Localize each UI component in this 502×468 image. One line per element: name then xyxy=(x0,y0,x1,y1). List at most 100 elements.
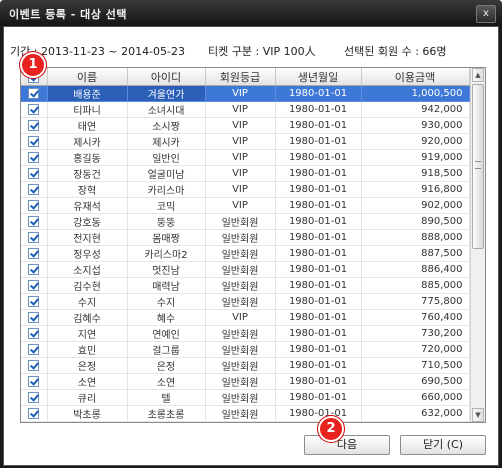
row-checkbox-cell[interactable] xyxy=(21,421,48,422)
row-checkbox-cell[interactable] xyxy=(21,181,48,198)
row-checkbox-cell[interactable] xyxy=(21,405,48,422)
column-header-birthdate[interactable]: 생년월일 xyxy=(275,68,362,86)
row-checkbox[interactable] xyxy=(28,199,40,211)
table-row[interactable]: 강호동 뚱뚱 일반회원 1980-01-01 890,500 xyxy=(21,213,470,230)
row-checkbox-cell[interactable] xyxy=(21,85,48,102)
title-bar[interactable]: 이벤트 등록 - 대상 선택 x xyxy=(0,0,502,26)
row-checkbox[interactable] xyxy=(28,215,40,227)
name-cell: 태연 xyxy=(47,117,128,134)
table-row[interactable]: 전지현 몸매짱 일반회원 1980-01-01 888,000 xyxy=(21,229,470,246)
row-checkbox[interactable] xyxy=(28,103,40,115)
row-checkbox[interactable] xyxy=(28,279,40,291)
table-row[interactable]: 효민 걸그룹 일반회원 1980-01-01 720,000 xyxy=(21,341,470,358)
name-cell: 유재석 xyxy=(47,197,128,214)
row-checkbox-cell[interactable] xyxy=(21,197,48,214)
table-row[interactable]: 장동건 얼굴미남 VIP 1980-01-01 918,500 xyxy=(21,165,470,182)
scroll-down-icon[interactable]: ▼ xyxy=(472,408,484,422)
id-cell: 얼굴미남 xyxy=(127,165,206,182)
ticket-label: 티켓 구분 : xyxy=(208,45,260,58)
row-checkbox[interactable] xyxy=(28,167,40,179)
row-checkbox-cell[interactable] xyxy=(21,101,48,118)
row-checkbox[interactable] xyxy=(28,359,40,371)
table-row[interactable]: 박초롱 초롱초롱 일반회원 1980-01-01 632,000 xyxy=(21,405,470,422)
table-row[interactable]: 정우성 카리스마2 일반회원 1980-01-01 887,500 xyxy=(21,245,470,262)
row-checkbox[interactable] xyxy=(28,311,40,323)
table-row[interactable]: 티파니 소녀시대 VIP 1980-01-01 942,000 xyxy=(21,101,470,118)
grade-cell: 일반회원 xyxy=(205,245,276,262)
row-checkbox[interactable] xyxy=(28,327,40,339)
row-checkbox[interactable] xyxy=(28,119,40,131)
amount-cell: 632,000 xyxy=(361,405,470,422)
vertical-scrollbar[interactable]: ▲ ▼ xyxy=(470,68,485,422)
selected-count-label: 선택된 회원 수 : xyxy=(344,45,419,58)
row-checkbox-cell[interactable] xyxy=(21,293,48,310)
column-header-grade[interactable]: 회원등급 xyxy=(205,68,276,86)
table-row[interactable]: 소연 소연 일반회원 1980-01-01 690,500 xyxy=(21,373,470,390)
birthdate-cell: 1980-01-01 xyxy=(275,85,362,102)
row-checkbox[interactable] xyxy=(28,247,40,259)
row-checkbox[interactable] xyxy=(28,87,40,99)
id-cell: 코믹 xyxy=(127,197,206,214)
table-row[interactable]: 김수현 매력남 일반회원 1980-01-01 885,000 xyxy=(21,277,470,294)
column-header-amount[interactable]: 이용금액 xyxy=(361,68,470,86)
row-checkbox[interactable] xyxy=(28,343,40,355)
table-row[interactable]: 큐리 텔 일반회원 1980-01-01 660,000 xyxy=(21,389,470,406)
grade-cell: 일반회원 xyxy=(205,389,276,406)
id-cell: 겨울연가 xyxy=(127,85,206,102)
grade-cell: VIP xyxy=(205,181,276,198)
scrollbar-thumb[interactable] xyxy=(472,84,484,249)
row-checkbox-cell[interactable] xyxy=(21,245,48,262)
table-row[interactable]: 소지섭 멋진남 일반회원 1980-01-01 886,400 xyxy=(21,261,470,278)
table-row[interactable]: 태연 소시짱 VIP 1980-01-01 930,000 xyxy=(21,117,470,134)
table-row[interactable]: 홍길동 일반인 VIP 1980-01-01 919,000 xyxy=(21,149,470,166)
table-row[interactable]: 유재석 코믹 VIP 1980-01-01 902,000 xyxy=(21,197,470,214)
name-cell: 정우성 xyxy=(47,245,128,262)
table-row[interactable]: 정은지은지VIP1980-01-01624,000 xyxy=(21,421,470,422)
row-checkbox-cell[interactable] xyxy=(21,133,48,150)
row-checkbox[interactable] xyxy=(28,375,40,387)
row-checkbox[interactable] xyxy=(28,263,40,275)
table-row[interactable]: 제시카 제시카 VIP 1980-01-01 920,000 xyxy=(21,133,470,150)
row-checkbox-cell[interactable] xyxy=(21,229,48,246)
table-row[interactable]: 김혜수 혜수 VIP 1980-01-01 760,400 xyxy=(21,309,470,326)
row-checkbox[interactable] xyxy=(28,151,40,163)
row-checkbox[interactable] xyxy=(28,391,40,403)
amount-cell: 1,000,500 xyxy=(361,85,470,102)
row-checkbox[interactable] xyxy=(28,295,40,307)
row-checkbox[interactable] xyxy=(28,135,40,147)
name-cell: 제시카 xyxy=(47,133,128,150)
row-checkbox[interactable] xyxy=(28,183,40,195)
table-row[interactable]: 배용준 겨울연가 VIP 1980-01-01 1,000,500 xyxy=(21,85,470,102)
row-checkbox-cell[interactable] xyxy=(21,213,48,230)
row-checkbox-cell[interactable] xyxy=(21,165,48,182)
row-checkbox-cell[interactable] xyxy=(21,261,48,278)
table-row[interactable]: 수지 수지 일반회원 1980-01-01 775,800 xyxy=(21,293,470,310)
row-checkbox-cell[interactable] xyxy=(21,325,48,342)
scroll-up-icon[interactable]: ▲ xyxy=(472,68,484,82)
row-checkbox-cell[interactable] xyxy=(21,389,48,406)
row-checkbox-cell[interactable] xyxy=(21,373,48,390)
row-checkbox-cell[interactable] xyxy=(21,357,48,374)
row-checkbox-cell[interactable] xyxy=(21,277,48,294)
close-icon[interactable]: x xyxy=(476,5,496,23)
row-checkbox-cell[interactable] xyxy=(21,149,48,166)
column-header-name[interactable]: 이름 xyxy=(47,68,128,86)
row-checkbox[interactable] xyxy=(28,231,40,243)
birthdate-cell: 1980-01-01 xyxy=(275,165,362,182)
column-header-id[interactable]: 아이디 xyxy=(127,68,206,86)
amount-cell: 888,000 xyxy=(361,229,470,246)
row-checkbox-cell[interactable] xyxy=(21,309,48,326)
table-row[interactable]: 은정 은정 일반회원 1980-01-01 710,500 xyxy=(21,357,470,374)
row-checkbox[interactable] xyxy=(28,407,40,419)
table-row[interactable]: 지연 연예인 일반회원 1980-01-01 730,200 xyxy=(21,325,470,342)
table-row[interactable]: 장혁 카리스마 VIP 1980-01-01 916,800 xyxy=(21,181,470,198)
birthdate-cell: 1980-01-01 xyxy=(275,389,362,406)
close-button[interactable]: 닫기 (C) xyxy=(400,435,486,455)
row-checkbox-cell[interactable] xyxy=(21,341,48,358)
next-button[interactable]: 다음 xyxy=(304,435,390,455)
amount-cell: 760,400 xyxy=(361,309,470,326)
id-cell: 뚱뚱 xyxy=(127,213,206,230)
amount-cell: 890,500 xyxy=(361,213,470,230)
row-checkbox-cell[interactable] xyxy=(21,117,48,134)
period-value: 2013-11-23 ~ 2014-05-23 xyxy=(40,45,186,58)
